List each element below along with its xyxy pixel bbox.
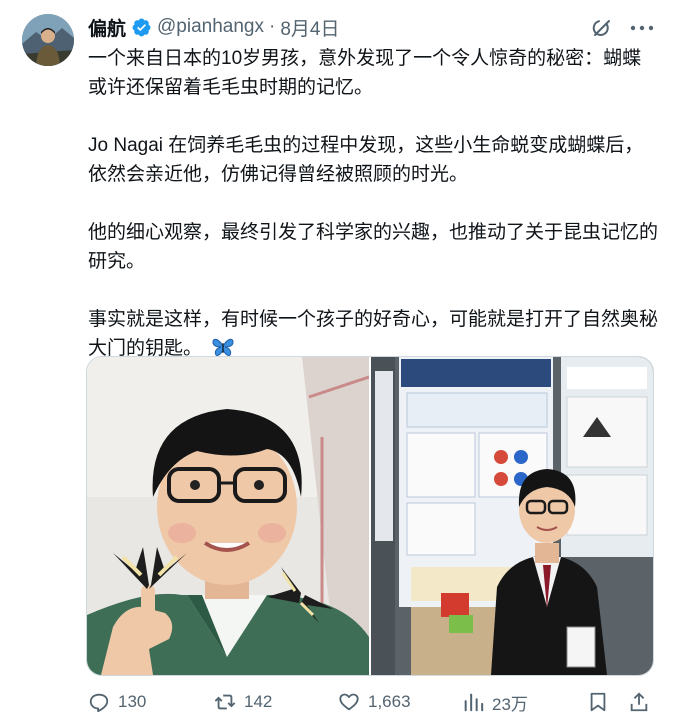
grok-icon[interactable]: [590, 16, 614, 40]
views-button[interactable]: 23万: [462, 690, 528, 715]
tweet-actions: 130 142 1,663 23万: [88, 690, 654, 714]
share-icon[interactable]: [628, 691, 650, 713]
like-count: 1,663: [368, 692, 411, 711]
reply-count: 130: [118, 692, 147, 711]
tweet-paragraph: 他的细心观察，最终引发了科学家的兴趣，也推动了关于昆虫记忆的研究。: [88, 222, 659, 272]
repost-button[interactable]: 142: [214, 691, 272, 713]
photo-boy-with-butterflies[interactable]: [87, 357, 369, 675]
tweet-paragraph-last: 事实就是这样，有时候一个孩子的好奇心，可能就是打开了自然奥秘大门的钥匙。: [88, 305, 658, 363]
media-gallery: [86, 356, 654, 676]
butterfly-emoji-icon: [212, 338, 234, 356]
heart-icon: [339, 693, 359, 711]
reply-icon: [89, 693, 109, 713]
tweet-paragraph: 事实就是这样，有时候一个孩子的好奇心，可能就是打开了自然奥秘大门的钥匙。: [88, 309, 659, 359]
repost-count: 142: [244, 692, 273, 711]
author-handle[interactable]: @pianhangx: [157, 16, 264, 38]
reply-button[interactable]: 130: [88, 691, 146, 713]
like-button[interactable]: 1,663: [338, 691, 411, 713]
verified-badge-icon: [132, 18, 151, 36]
repost-icon: [214, 694, 236, 710]
tweet-paragraph: 一个来自日本的10岁男孩，意外发现了一个令人惊奇的秘密：蝴蝶或许还保留着毛毛虫时…: [88, 48, 642, 98]
more-icon[interactable]: [630, 24, 654, 32]
separator-dot: ·: [269, 16, 276, 37]
views-count: 23万: [492, 694, 528, 714]
views-chart-icon: [464, 693, 484, 712]
photo-science-fair-poster[interactable]: [371, 357, 653, 675]
author-name[interactable]: 偏航: [88, 14, 126, 41]
tweet-text: 一个来自日本的10岁男孩，意外发现了一个令人惊奇的秘密：蝴蝶或许还保留着毛毛虫时…: [88, 44, 658, 363]
tweet-paragraph: Jo Nagai 在饲养毛毛虫的过程中发现，这些小生命蜕变成蝴蝶后，依然会亲近他…: [88, 135, 644, 185]
tweet-date[interactable]: 8月4日: [280, 14, 339, 41]
avatar[interactable]: [22, 14, 74, 66]
tweet-header: 偏航 @pianhangx · 8月4日: [88, 14, 339, 40]
bookmark-icon[interactable]: [587, 691, 609, 713]
